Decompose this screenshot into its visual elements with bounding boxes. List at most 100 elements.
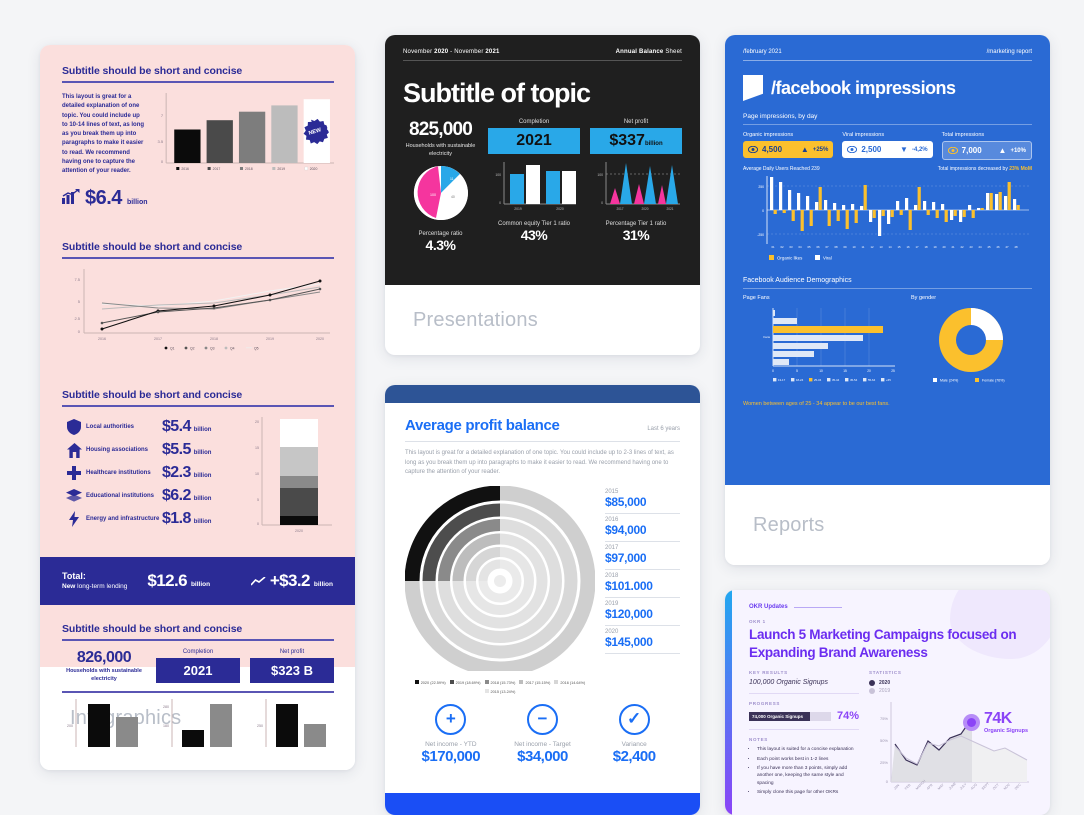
stat-caption: Net income - YTD [425,740,477,748]
callout-caption: Organic Signups [984,728,1029,735]
netprofit-kpi: Net profit $323 B [250,649,334,683]
svg-text:07: 07 [825,245,829,249]
year-value: $85,000 [605,494,647,509]
svg-text:35-44: 35-44 [832,378,840,382]
key-results-label: KEY RESULTS [749,670,788,676]
stat-net-income-target: − Net income - Target $34,000 [497,703,589,765]
list-item: Each point works best in 1-2 lines [757,756,859,763]
households-value: 826,000 [76,649,132,666]
info-section-2: Subtitle should be short and concise 7.5… [62,241,334,358]
svg-text:100: 100 [597,173,603,177]
divider [743,124,1032,125]
stat-net-income-ytd: + Net income - YTD $170,000 [405,703,497,765]
svg-text:Q3: Q3 [210,347,215,351]
svg-text:0: 0 [161,159,164,164]
svg-text:25: 25 [891,369,895,373]
list-item-label: Energy and infrastructure [86,515,160,522]
slide-doc-type: Annual Balance Sheet [615,49,682,55]
year-value: $97,000 [605,550,647,565]
card-presentations[interactable]: November 2020 - November 2021 Annual Bal… [385,35,700,355]
pie-chart-percentage-ratio: 100 11 40 [403,164,478,227]
svg-text:2016: 2016 [98,337,106,341]
total-delta: +$3.2 [269,571,311,590]
year-value: $120,000 [605,606,653,621]
svg-text:-250: -250 [757,233,764,237]
list-item-label: Local authorities [86,423,135,430]
svg-text:25-34: 25-34 [814,378,822,382]
svg-text:16: 16 [906,245,910,249]
metric-caption: Total impressions [941,132,985,138]
list-item: 2016 $94,000 [605,514,680,542]
list-item: Energy and infrastructure $1.8 billion [62,510,244,528]
plus-circle-icon: + [435,703,467,735]
minus-circle-icon: − [527,703,558,735]
slide-col-netprofit: Net profit $337billion 100 0 2017 2020 2… [590,119,682,253]
svg-text:100: 100 [495,173,501,177]
eye-icon [847,146,858,153]
svg-text:+65: +65 [886,378,891,382]
svg-text:50%: 50% [880,738,888,743]
page-fans-caption: Page Fans [743,295,770,301]
svg-text:2020: 2020 [641,207,648,211]
completion-caption: Completion [182,649,214,655]
svg-text:45-54: 45-54 [850,378,858,382]
svg-text:22: 22 [960,245,964,249]
svg-text:0: 0 [601,201,603,205]
list-item-unit: billion [193,473,212,479]
svg-text:JAN: JAN [893,783,901,791]
line-chart-quarters: 7.5 5 2.5 0 2016 2017 2018 2019 2020 Q1 … [62,265,334,358]
svg-text:0: 0 [886,779,889,784]
svg-text:NOV: NOV [1003,782,1012,791]
card-reports[interactable]: /february 2021 /marketing report /facebo… [725,35,1050,565]
year-value: $145,000 [605,634,653,649]
svg-text:75%: 75% [880,716,888,721]
svg-text:12: 12 [870,245,874,249]
list-item-unit: billion [193,496,212,502]
divider [62,691,334,694]
ratio-value: 4.3% [425,237,456,254]
card-profit-balance[interactable]: Average profit balance Last 6 years This… [385,385,700,815]
svg-text:2020: 2020 [295,529,303,533]
stat-value: $2,400 [612,747,656,765]
svg-text:0: 0 [499,201,501,205]
svg-text:200: 200 [67,724,73,728]
slide-title: Subtitle of topic [403,78,591,108]
list-item: Housing associations $5.5 billion [62,441,244,459]
svg-text:03: 03 [789,245,793,249]
card-okr[interactable]: OKR Updates OKR 1 Launch 5 Marketing Cam… [725,590,1050,815]
year-value: $94,000 [605,522,647,537]
svg-text:40: 40 [451,195,455,199]
headline-stat: $6.4 billion [62,187,334,210]
svg-text:2020: 2020 [316,337,324,341]
chart-growth-icon [62,188,80,204]
svg-text:15: 15 [897,245,901,249]
stacked-bar-chart: 20 15 10 5 0 2020 [244,413,334,540]
okr-kicker: OKR Updates [749,604,1034,610]
key-result-text: 100,000 Organic Signups [749,679,828,687]
radial-chart-panel: 2020 (22.59%) 2019 (18.69%) 2018 (15.73%… [404,485,596,694]
svg-text:2020: 2020 [556,207,564,211]
svg-text:08: 08 [834,245,838,249]
list-item-unit: billion [193,519,212,525]
svg-text:09: 09 [843,245,847,249]
list-item-value: $1.8 [162,510,191,527]
list-item: Educational institutions $6.2 billion [62,487,244,505]
completion-value: 2021 [156,658,240,683]
svg-text:2018: 2018 [245,167,253,171]
divider [62,257,334,259]
metric-delta: -4,2% [911,146,928,153]
notes-list: This layout is suited for a concise expl… [749,746,859,797]
house-icon [62,442,86,458]
svg-text:15: 15 [843,369,847,373]
list-item-value: $2.3 [162,464,191,481]
info-section-1: Subtitle should be short and concise Thi… [62,65,334,210]
svg-text:2019: 2019 [266,337,274,341]
total-bar: Total: New long-term lending $12.6 billi… [40,557,355,605]
legend-female: Female (76%) [982,379,1005,383]
svg-text:15: 15 [255,446,259,450]
divider [749,729,859,731]
list-item: Simply clone this page for other OKRs [757,789,859,796]
card-infographics[interactable]: Subtitle should be short and concise Thi… [40,45,355,770]
list-item: 2020 $145,000 [605,626,680,654]
svg-text:10: 10 [255,472,259,476]
